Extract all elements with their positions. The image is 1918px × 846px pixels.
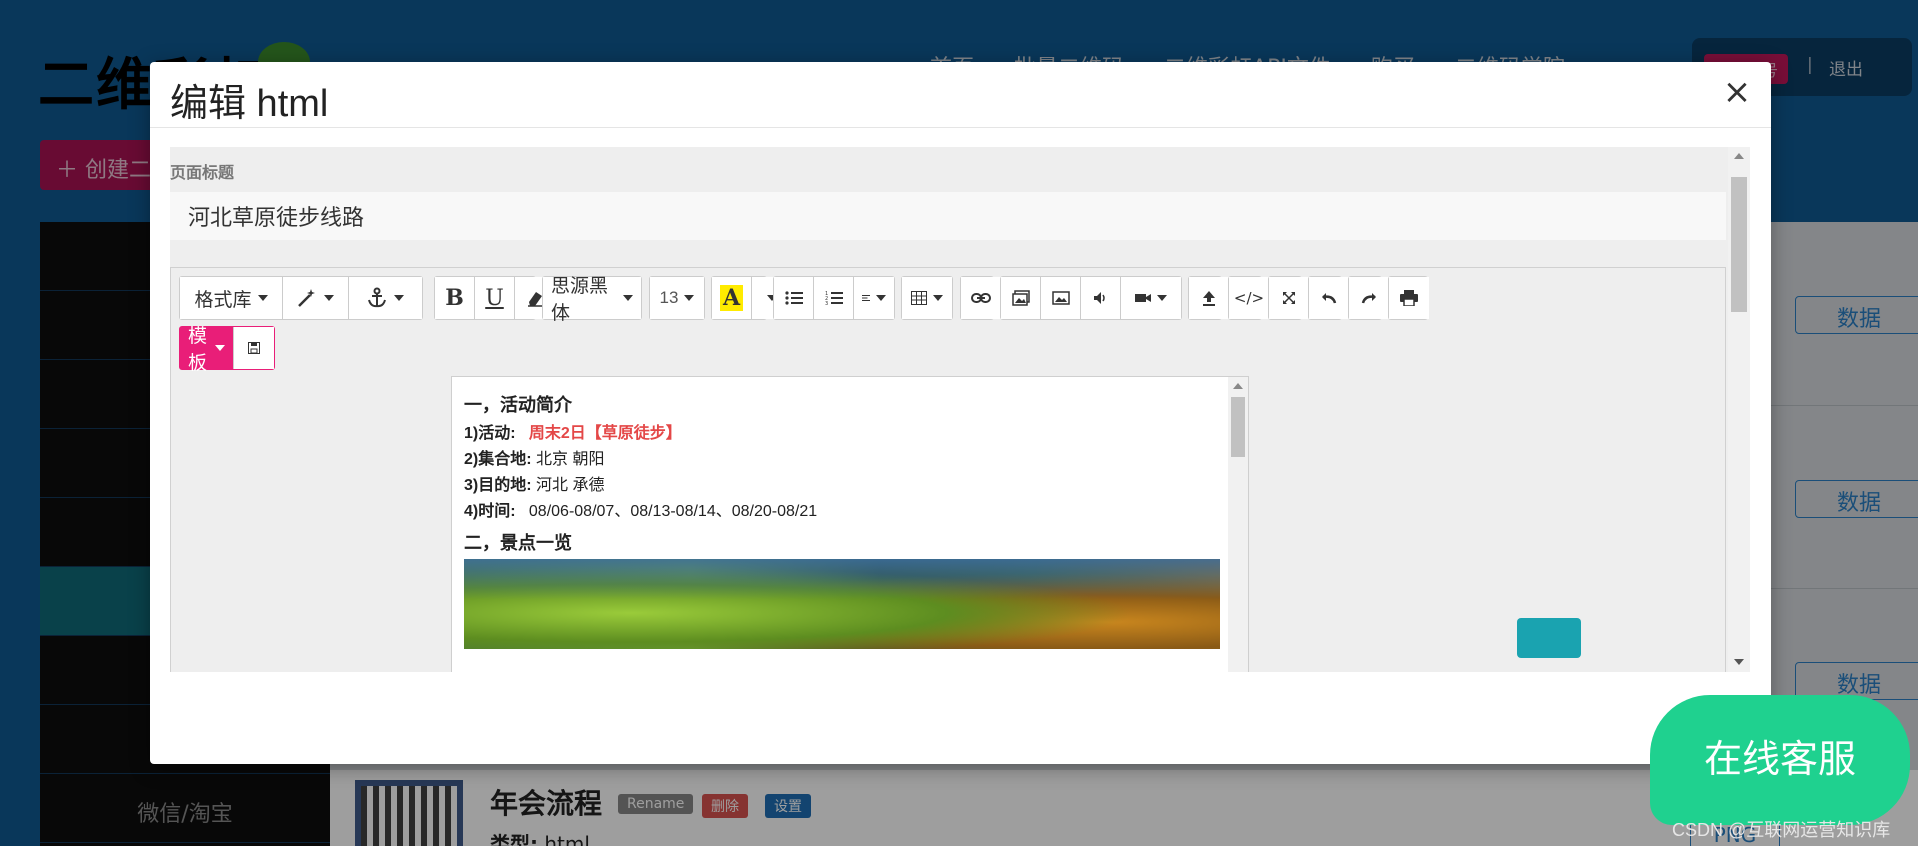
scrollbar-thumb[interactable] [1731, 177, 1747, 312]
font-group: 思源黑体 [542, 276, 642, 324]
font-dropdown[interactable]: 思源黑体 [543, 276, 641, 324]
landscape-photo [464, 559, 1220, 649]
redo-group [1348, 276, 1389, 320]
table-group [901, 276, 953, 320]
table-icon[interactable] [902, 277, 952, 319]
code-group: </> [1228, 276, 1269, 320]
content-iframe[interactable]: 一，活动简介 1)活动: 周末2日【草原徒步】 2)集合地: 北京 朝阳 3)目… [451, 376, 1249, 672]
align-icon[interactable] [854, 277, 894, 319]
format-group: B U [434, 276, 555, 320]
bold-icon[interactable]: B [435, 277, 475, 319]
svg-text:3: 3 [825, 301, 828, 306]
html-editor: 格式库 B U 思源黑体 13 A 1 2 3 </> 模板 一，活动简介 1)… [170, 267, 1726, 672]
paragraph-group: 123 [773, 276, 895, 320]
print-group [1388, 276, 1429, 320]
save-button[interactable] [1517, 618, 1581, 658]
content-line: 1)活动: 周末2日【草原徒步】 [464, 425, 682, 442]
content-line: 2)集合地: 北京 朝阳 [464, 451, 605, 468]
color-group: A [711, 276, 792, 320]
undo-group [1308, 276, 1349, 320]
redo-icon[interactable] [1349, 277, 1389, 319]
save-template-icon[interactable] [234, 327, 274, 369]
image-icon[interactable] [1041, 277, 1081, 319]
fullscreen-icon[interactable] [1269, 277, 1309, 319]
modal-title: 编辑 html [170, 83, 329, 125]
scroll-up-icon[interactable] [1233, 383, 1243, 389]
modal-body: 页面标题 格式库 B U [170, 147, 1750, 672]
link-group [960, 276, 1001, 320]
template-dropdown[interactable]: 模板 [180, 325, 234, 374]
gallery-icon[interactable] [1001, 277, 1041, 319]
font-size-dropdown[interactable]: 13 [650, 277, 704, 319]
content-line: 3)目的地: 河北 承德 [464, 477, 605, 494]
style-group: 格式库 [179, 276, 423, 320]
undo-icon[interactable] [1309, 277, 1349, 319]
anchor-icon[interactable] [348, 277, 423, 319]
media-group [1000, 276, 1182, 320]
style-dropdown[interactable]: 格式库 [180, 277, 284, 319]
link-icon[interactable] [961, 277, 1001, 319]
scrollbar-thumb[interactable] [1231, 397, 1245, 457]
upload-icon[interactable] [1189, 277, 1229, 319]
fullscreen-group [1268, 276, 1309, 320]
editable-content[interactable]: 一，活动简介 1)活动: 周末2日【草原徒步】 2)集合地: 北京 朝阳 3)目… [464, 387, 1224, 649]
watermark: CSDN @互联网运营知识库 [1672, 820, 1891, 840]
close-icon[interactable]: × [1717, 72, 1757, 112]
highlight-color-icon[interactable]: A [712, 277, 752, 319]
print-icon[interactable] [1389, 277, 1429, 319]
audio-icon[interactable] [1081, 277, 1121, 319]
edit-html-modal: 编辑 html × 页面标题 格式库 [150, 62, 1771, 764]
modal-scrollbar[interactable] [1728, 147, 1750, 672]
section-heading: 二，景点一览 [464, 533, 572, 553]
ordered-list-icon[interactable]: 123 [814, 277, 854, 319]
scroll-down-icon[interactable] [1734, 659, 1744, 665]
content-scrollbar[interactable] [1228, 377, 1248, 672]
section-heading: 一，活动简介 [464, 395, 572, 415]
bullet-list-icon[interactable] [774, 277, 814, 319]
scroll-up-icon[interactable] [1734, 153, 1744, 159]
code-view-icon[interactable]: </> [1229, 277, 1269, 319]
size-group: 13 [649, 276, 705, 320]
underline-icon[interactable]: U [475, 277, 515, 319]
upload-group [1188, 276, 1229, 320]
page-title-label: 页面标题 [170, 163, 235, 182]
video-icon[interactable] [1121, 277, 1181, 319]
page-title-input[interactable] [170, 192, 1726, 240]
magic-wand-icon[interactable] [283, 277, 349, 319]
modal-header: 编辑 html × [150, 62, 1771, 128]
online-service-button[interactable]: 在线客服 [1650, 695, 1910, 825]
template-group: 模板 [179, 325, 275, 374]
content-line: 4)时间: 08/06-08/07、08/13-08/14、08/20-08/2… [464, 503, 818, 520]
